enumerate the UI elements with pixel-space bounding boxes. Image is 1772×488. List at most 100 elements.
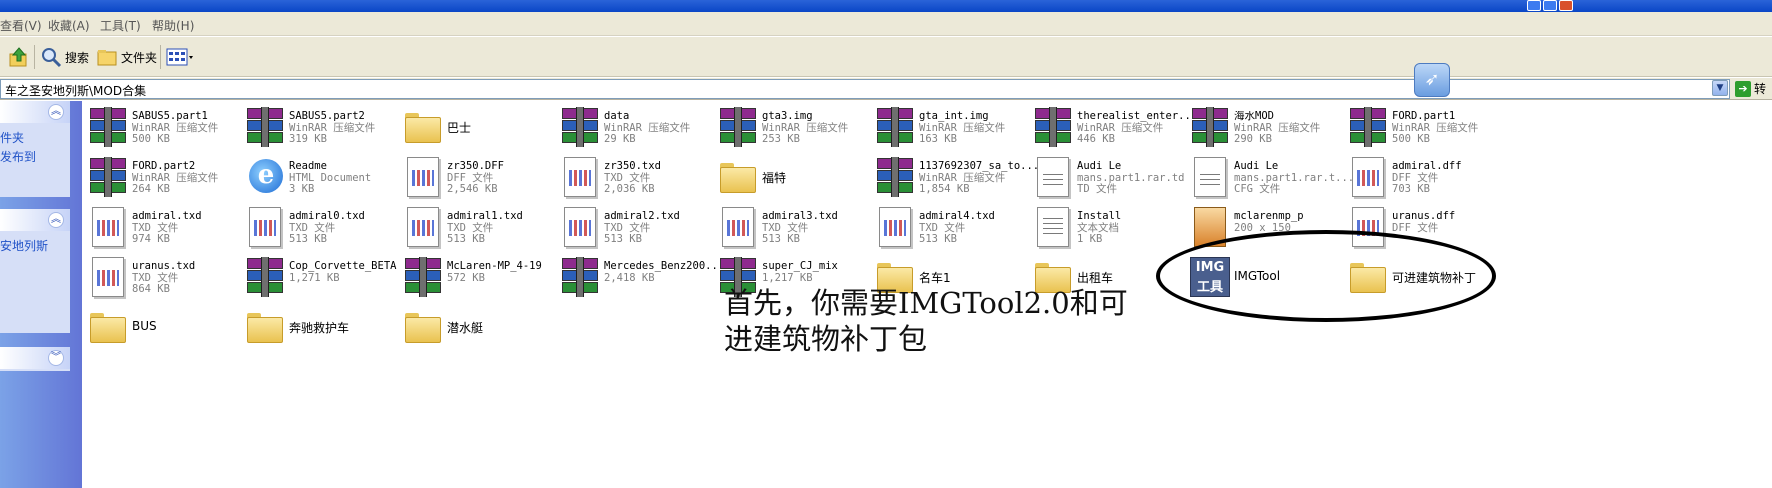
- file-name: Audi Le: [1234, 161, 1279, 172]
- address-input[interactable]: 车之圣安地列斯\MOD合集: [0, 79, 1730, 99]
- menu-bar: 查看(V) 收藏(A) 工具(T) 帮助(H): [0, 12, 1772, 36]
- file-item[interactable]: 奔驰救护车: [239, 301, 411, 349]
- file-item[interactable]: SABUS5.part2 WinRAR 压缩文件 319 KB: [239, 101, 411, 149]
- document-icon: [1190, 157, 1230, 197]
- folder-icon: [245, 307, 285, 347]
- file-item[interactable]: admiral2.txd TXD 文件 513 KB: [554, 201, 726, 249]
- file-name: Install: [1077, 211, 1122, 222]
- file-item[interactable]: admiral3.txd TXD 文件 513 KB: [712, 201, 884, 249]
- up-folder-icon: [9, 47, 27, 67]
- file-meta: 163 KB: [919, 133, 957, 145]
- file-meta: 253 KB: [762, 133, 800, 145]
- file-details: Cop_Corvette_BETA 1,271 KB: [289, 261, 413, 284]
- file-item[interactable]: admiral0.txd TXD 文件 513 KB: [239, 201, 411, 249]
- file-item[interactable]: zr350.txd TXD 文件 2,036 KB: [554, 151, 726, 199]
- file-item[interactable]: Audi Le mans.part1.rar.td TD 文件: [1027, 151, 1199, 199]
- file-meta: 2,546 KB: [447, 183, 498, 195]
- file-details: admiral0.txd TXD 文件 513 KB: [289, 211, 413, 246]
- file-item[interactable]: data WinRAR 压缩文件 29 KB: [554, 101, 726, 149]
- txd-icon: [1348, 157, 1388, 197]
- panel-link-san-andreas[interactable]: 安地列斯: [0, 237, 70, 256]
- file-name: SABUS5.part1: [132, 111, 208, 122]
- expand-icon[interactable]: ︾: [48, 350, 64, 366]
- close-button[interactable]: [1559, 0, 1573, 11]
- file-item[interactable]: McLaren-MP_4-19 572 KB: [397, 251, 569, 299]
- collapse-icon[interactable]: ︽: [48, 212, 64, 228]
- file-name: 出租车: [1077, 271, 1114, 285]
- file-item[interactable]: 潜水艇: [397, 301, 569, 349]
- file-item[interactable]: admiral1.txd TXD 文件 513 KB: [397, 201, 569, 249]
- menu-tools[interactable]: 工具(T): [100, 17, 141, 34]
- file-item[interactable]: FORD.part1 WinRAR 压缩文件 500 KB: [1342, 101, 1514, 149]
- file-name: Mercedes_Benz200...: [604, 261, 725, 272]
- file-name: admiral1.txd: [447, 211, 523, 222]
- txd-icon: [875, 207, 915, 247]
- file-item[interactable]: FORD.part2 WinRAR 压缩文件 264 KB: [82, 151, 254, 199]
- file-item[interactable]: Cop_Corvette_BETA 1,271 KB: [239, 251, 411, 299]
- file-item[interactable]: admiral.txd TXD 文件 974 KB: [82, 201, 254, 249]
- file-item[interactable]: admiral4.txd TXD 文件 513 KB: [869, 201, 1041, 249]
- file-name: uranus.txd: [132, 261, 196, 272]
- file-item[interactable]: 巴士: [397, 101, 569, 149]
- file-item[interactable]: zr350.DFF DFF 文件 2,546 KB: [397, 151, 569, 199]
- file-item[interactable]: therealist_enter... WinRAR 压缩文件 446 KB: [1027, 101, 1199, 149]
- floating-bird-icon[interactable]: ➶: [1414, 63, 1450, 97]
- menu-help[interactable]: 帮助(H): [152, 17, 194, 34]
- panel-link-folder[interactable]: 件夹: [0, 129, 70, 148]
- minimize-button[interactable]: [1527, 0, 1541, 11]
- file-item[interactable]: gta3.img WinRAR 压缩文件 253 KB: [712, 101, 884, 149]
- file-name: gta3.img: [762, 111, 813, 122]
- file-item[interactable]: Install 文本文档 1 KB: [1027, 201, 1199, 249]
- file-details: FORD.part2 WinRAR 压缩文件 264 KB: [132, 161, 256, 196]
- views-button[interactable]: [166, 45, 194, 69]
- rar-icon: [1348, 107, 1388, 147]
- txd-icon: [403, 207, 443, 247]
- go-button[interactable]: ➔ 转: [1735, 80, 1766, 97]
- file-item[interactable]: 福特: [712, 151, 884, 199]
- go-label: 转: [1754, 82, 1767, 96]
- panel-header[interactable]: ︾: [0, 347, 70, 369]
- file-item[interactable]: Audi Le mans.part1.rar.t... CFG 文件: [1184, 151, 1356, 199]
- txd-icon: [88, 207, 128, 247]
- search-icon: [42, 48, 62, 68]
- panel-header[interactable]: ︽: [0, 101, 70, 123]
- folders-button[interactable]: 文件夹: [96, 45, 157, 69]
- file-details: uranus.txd TXD 文件 864 KB: [132, 261, 256, 296]
- maximize-button[interactable]: [1543, 0, 1557, 11]
- search-label: 搜索: [65, 50, 90, 65]
- file-meta: TD 文件: [1077, 183, 1117, 195]
- file-item[interactable]: 海水MOD WinRAR 压缩文件 290 KB: [1184, 101, 1356, 149]
- panel-header[interactable]: ︽: [0, 209, 70, 231]
- file-item[interactable]: Mercedes_Benz200... 2,418 KB: [554, 251, 726, 299]
- search-button[interactable]: 搜索: [40, 45, 89, 69]
- panel-link-publish[interactable]: 发布到: [0, 148, 70, 167]
- file-meta: 3 KB: [289, 183, 315, 195]
- file-meta: DFF 文件: [1392, 221, 1439, 234]
- address-dropdown-button[interactable]: ▼: [1712, 80, 1728, 96]
- up-folder-button[interactable]: [8, 45, 30, 69]
- file-details: 海水MOD WinRAR 压缩文件 290 KB: [1234, 111, 1358, 146]
- file-item[interactable]: e Readme HTML Document 3 KB: [239, 151, 411, 199]
- file-meta: 1,217 KB: [762, 271, 813, 284]
- toolbar: 搜索 文件夹: [0, 37, 1772, 77]
- file-item[interactable]: BUS: [82, 301, 254, 349]
- file-meta: 319 KB: [289, 133, 327, 145]
- folder-icon: [403, 107, 443, 147]
- rar-icon: [403, 257, 443, 297]
- file-item[interactable]: 1137692307_sa_to... WinRAR 压缩文件 1,854 KB: [869, 151, 1041, 199]
- file-item[interactable]: gta_int.img WinRAR 压缩文件 163 KB: [869, 101, 1041, 149]
- menu-favorites[interactable]: 收藏(A): [48, 17, 90, 34]
- file-item[interactable]: admiral.dff DFF 文件 703 KB: [1342, 151, 1514, 199]
- file-item[interactable]: SABUS5.part1 WinRAR 压缩文件 500 KB: [82, 101, 254, 149]
- file-details: admiral1.txd TXD 文件 513 KB: [447, 211, 571, 246]
- file-details: Audi Le mans.part1.rar.td TD 文件: [1077, 161, 1201, 196]
- file-meta: 974 KB: [132, 233, 170, 245]
- file-details: gta3.img WinRAR 压缩文件 253 KB: [762, 111, 886, 146]
- chevron-down-icon: ▼: [1716, 83, 1724, 93]
- file-name: admiral3.txd: [762, 211, 838, 222]
- title-bar: [0, 0, 1772, 12]
- file-name: 海水MOD: [1234, 111, 1274, 122]
- file-item[interactable]: uranus.txd TXD 文件 864 KB: [82, 251, 254, 299]
- collapse-icon[interactable]: ︽: [48, 104, 64, 120]
- menu-view[interactable]: 查看(V): [0, 17, 42, 34]
